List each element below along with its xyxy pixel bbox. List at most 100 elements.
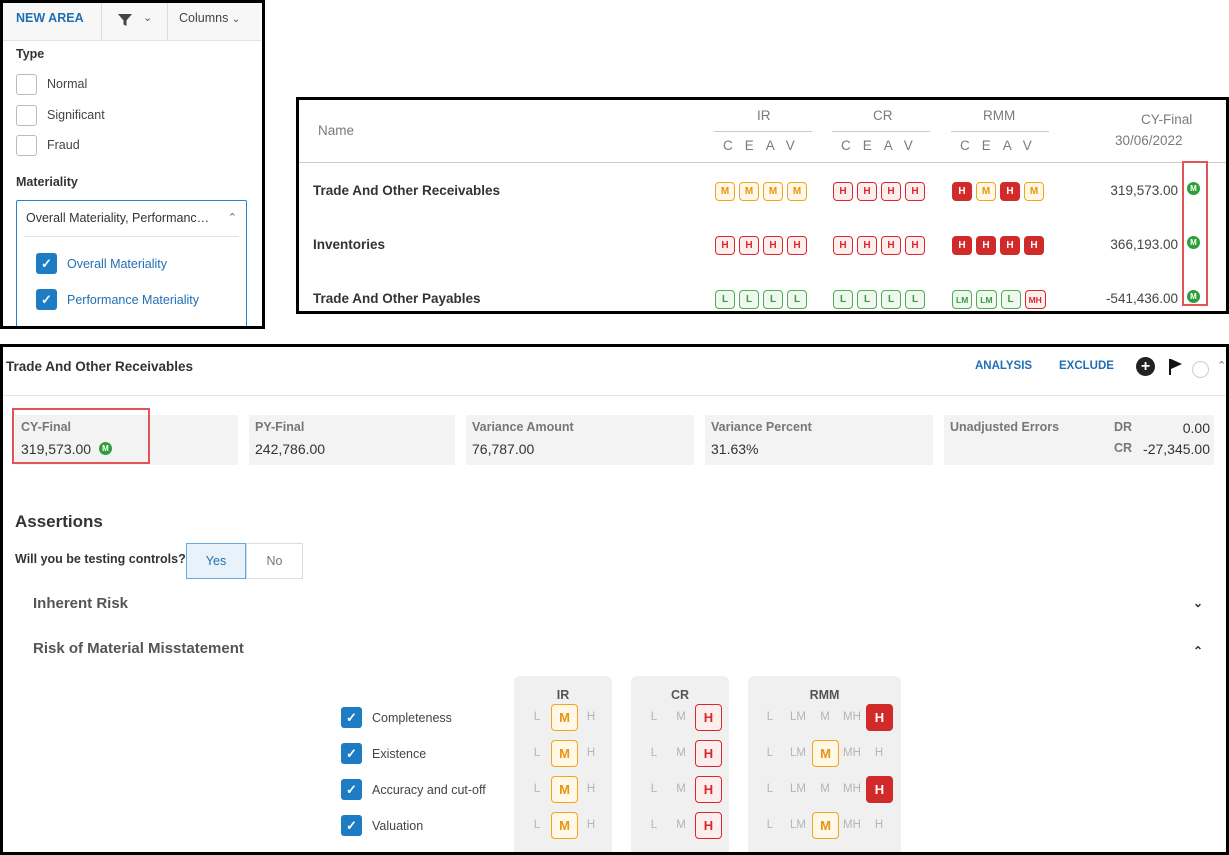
level-option[interactable]: L [525,747,549,759]
selected-level[interactable]: H [866,776,893,803]
checkbox[interactable] [16,134,37,156]
divider [3,395,1226,396]
selected-level[interactable]: H [695,704,722,731]
level-option[interactable]: LM [786,711,810,723]
chevron-up-icon[interactable]: ⌃ [1193,644,1203,658]
risk-badge: L [881,290,901,309]
risk-badge: H [787,236,807,255]
checkbox-checked[interactable]: ✓ [36,289,57,310]
level-option[interactable]: LM [786,819,810,831]
level-option[interactable]: M [669,819,693,831]
level-option[interactable]: M [669,747,693,759]
level-option[interactable]: L [642,819,666,831]
level-option[interactable]: LM [786,783,810,795]
chevron-down-icon[interactable]: ⌄ [1193,596,1203,610]
filter-icon[interactable] [117,12,133,28]
level-option[interactable]: L [642,747,666,759]
type-label: Type [16,47,45,61]
level-option[interactable]: L [758,747,782,759]
area-detail-panel: Trade And Other Receivables ANALYSIS EXC… [0,344,1229,855]
chevron-up-icon[interactable]: ⌃ [1217,359,1226,372]
rmm-sub-headers: CEAV [960,138,1044,153]
level-option[interactable]: L [758,711,782,723]
level-option[interactable]: L [525,819,549,831]
cy-final-date: 30/06/2022 [1115,133,1183,148]
selected-level[interactable]: M [551,776,578,803]
level-option[interactable]: H [579,711,603,723]
level-option[interactable]: H [579,747,603,759]
columns-label: Columns [179,11,229,25]
level-option[interactable]: H [867,819,891,831]
checkbox[interactable] [16,73,37,95]
selected-level[interactable]: M [812,740,839,767]
level-option[interactable]: H [579,819,603,831]
level-option[interactable]: L [642,711,666,723]
level-option[interactable]: L [758,783,782,795]
level-option[interactable]: L [758,819,782,831]
risk-badge: H [715,236,735,255]
rmm-badges: HMHM [952,182,1044,201]
materiality-option-overall[interactable]: ✓ Overall Materiality [36,253,167,274]
level-option[interactable]: L [525,711,549,723]
type-option-normal[interactable]: Normal [16,73,87,95]
level-option[interactable]: M [813,783,837,795]
materiality-select[interactable]: Overall Materiality, Performance… ⌃ ✓ Ove… [16,200,247,326]
assertion-row[interactable]: ✓ Existence [341,743,426,764]
dr-value: 0.00 [1182,420,1210,436]
checkbox-checked[interactable]: ✓ [341,707,362,728]
risk-badge: L [763,290,783,309]
exclude-link[interactable]: EXCLUDE [1059,360,1114,372]
selected-level[interactable]: H [695,812,722,839]
rmm-section[interactable]: Risk of Material Misstatement [33,640,244,657]
level-option[interactable]: L [525,783,549,795]
yes-button[interactable]: Yes [186,543,246,579]
level-option[interactable]: H [579,783,603,795]
checkbox-checked[interactable]: ✓ [341,779,362,800]
selected-level[interactable]: H [866,704,893,731]
materiality-option-performance[interactable]: ✓ Performance Materiality [36,289,199,310]
checkbox[interactable] [16,104,37,126]
assertion-label: Valuation [372,818,424,833]
flag-icon[interactable] [1168,358,1184,376]
level-option[interactable]: MH [840,711,864,723]
add-icon[interactable]: + [1136,357,1155,376]
status-circle-icon[interactable] [1192,361,1209,378]
risk-badge: M [976,182,996,201]
type-option-significant[interactable]: Significant [16,104,105,126]
level-option[interactable]: H [867,747,891,759]
selected-level[interactable]: M [551,812,578,839]
testing-controls-question: Will you be testing controls? [15,552,186,566]
level-option[interactable]: M [813,711,837,723]
new-area-button[interactable]: NEW AREA [16,11,84,25]
selected-level[interactable]: M [551,740,578,767]
chevron-down-icon[interactable]: ⌄ [143,11,152,24]
level-option[interactable]: M [669,711,693,723]
chevron-up-icon[interactable]: ⌃ [228,211,237,224]
selected-level[interactable]: M [551,704,578,731]
level-option[interactable]: L [642,783,666,795]
checkbox-checked[interactable]: ✓ [341,743,362,764]
columns-dropdown[interactable]: Columns ⌄ [179,11,240,25]
row-name[interactable]: Inventories [313,237,385,252]
inherent-risk-section[interactable]: Inherent Risk [33,595,128,612]
checkbox-checked[interactable]: ✓ [36,253,57,274]
level-option[interactable]: MH [840,783,864,795]
row-name[interactable]: Trade And Other Receivables [313,183,500,198]
level-option[interactable]: M [669,783,693,795]
level-option[interactable]: LM [786,747,810,759]
analysis-link[interactable]: ANALYSIS [975,360,1032,372]
divider [101,3,102,41]
assertion-row[interactable]: ✓ Valuation [341,815,423,836]
level-option[interactable]: MH [840,747,864,759]
type-option-fraud[interactable]: Fraud [16,134,80,156]
selected-level[interactable]: H [695,740,722,767]
row-name[interactable]: Trade And Other Payables [313,291,481,306]
assertion-row[interactable]: ✓ Accuracy and cut-off [341,779,486,800]
checkbox-checked[interactable]: ✓ [341,815,362,836]
selected-level[interactable]: M [812,812,839,839]
selected-level[interactable]: H [695,776,722,803]
assertion-row[interactable]: ✓ Completeness [341,707,452,728]
no-button[interactable]: No [246,543,303,579]
level-option[interactable]: MH [840,819,864,831]
risk-badge: H [833,236,853,255]
